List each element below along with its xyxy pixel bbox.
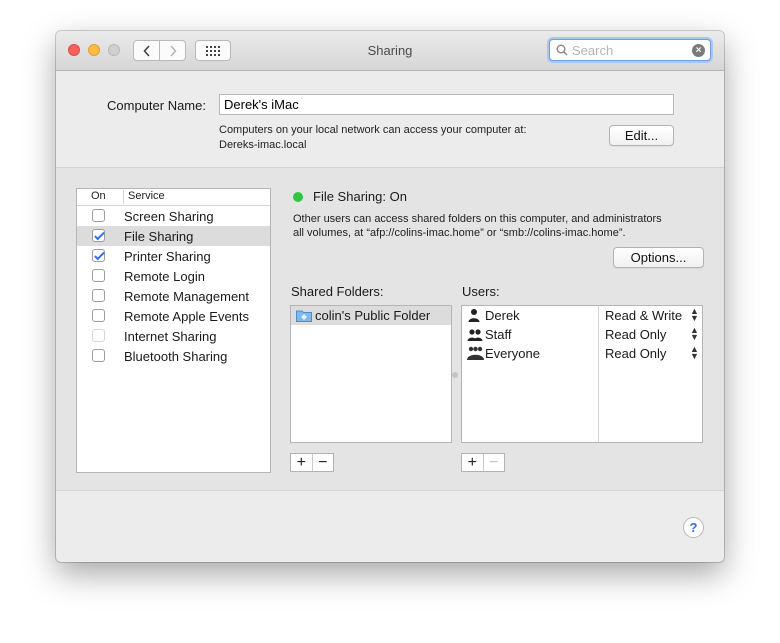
- shared-folder-name: colin's Public Folder: [315, 308, 431, 323]
- remove-user-button[interactable]: −: [482, 454, 505, 471]
- status-description: Other users can access shared folders on…: [293, 212, 713, 240]
- permission-popup[interactable]: Read Only: [605, 327, 666, 342]
- permission-popup[interactable]: Read Only: [605, 346, 666, 361]
- service-label: Internet Sharing: [124, 329, 217, 344]
- computer-name-label: Computer Name:: [107, 98, 206, 113]
- service-checkbox[interactable]: [92, 209, 105, 222]
- status-desc-line2: all volumes, at “afp://colins-imac.home”…: [293, 227, 626, 239]
- user-name: Derek: [485, 308, 520, 323]
- single-user-icon: [468, 309, 480, 322]
- edit-button[interactable]: Edit...: [609, 125, 674, 146]
- updown-arrows-icon[interactable]: ▲ ▼: [690, 307, 699, 323]
- user-row-derek[interactable]: Derek Read & Write ▲ ▼: [462, 306, 702, 325]
- header-service: Service: [123, 190, 165, 204]
- status-indicator: [293, 192, 303, 202]
- add-folder-button[interactable]: +: [291, 454, 312, 471]
- users-label: Users:: [462, 284, 500, 299]
- header-on: On: [91, 190, 106, 202]
- computer-address-description: Computers on your local network can acce…: [219, 123, 527, 153]
- service-row-printer-sharing[interactable]: Printer Sharing: [77, 246, 270, 266]
- local-hostname: Dereks-imac.local: [219, 139, 307, 151]
- service-label: Remote Apple Events: [124, 309, 250, 324]
- user-row-everyone[interactable]: Everyone Read Only ▲ ▼: [462, 344, 702, 363]
- service-row-bluetooth-sharing[interactable]: Bluetooth Sharing: [77, 346, 270, 366]
- split-resize-handle[interactable]: [452, 372, 458, 378]
- service-checkbox[interactable]: [92, 269, 105, 282]
- service-checkbox[interactable]: [92, 249, 105, 262]
- service-checkbox[interactable]: [92, 229, 105, 242]
- search-field[interactable]: ×: [549, 39, 711, 61]
- service-checkbox[interactable]: [92, 289, 105, 302]
- sharing-window: Sharing × Computer Name: Computers on yo…: [56, 31, 724, 562]
- computer-name-section: Computer Name: Computers on your local n…: [56, 71, 724, 168]
- group-icon: [467, 329, 483, 341]
- service-checkbox[interactable]: [92, 349, 105, 362]
- service-list-header: On Service: [77, 189, 270, 206]
- search-icon: [556, 44, 568, 56]
- status-desc-line1: Other users can access shared folders on…: [293, 213, 662, 225]
- remove-folder-button[interactable]: −: [311, 454, 334, 471]
- folder-add-remove-buttons: + −: [290, 453, 334, 472]
- users-list: Derek Read & Write ▲ ▼ Staff Read Only ▲ ▼…: [461, 305, 703, 443]
- service-label: Bluetooth Sharing: [124, 349, 228, 364]
- service-label: Printer Sharing: [124, 249, 211, 264]
- folder-icon: [296, 310, 312, 322]
- user-name: Staff: [485, 327, 512, 342]
- user-add-remove-buttons: + −: [461, 453, 505, 472]
- user-row-staff[interactable]: Staff Read Only ▲ ▼: [462, 325, 702, 344]
- shared-folders-label: Shared Folders:: [291, 284, 384, 299]
- service-list: On Service Screen Sharing File Sharing P…: [76, 188, 271, 473]
- service-label: Screen Sharing: [124, 209, 214, 224]
- clear-search-icon[interactable]: ×: [692, 44, 705, 57]
- service-row-file-sharing[interactable]: File Sharing: [77, 226, 270, 246]
- computer-name-input[interactable]: [219, 94, 674, 115]
- permission-popup[interactable]: Read & Write: [605, 308, 682, 323]
- service-label: File Sharing: [124, 229, 194, 244]
- service-checkbox[interactable]: [92, 309, 105, 322]
- title-bar: Sharing ×: [56, 31, 724, 71]
- service-row-internet-sharing[interactable]: Internet Sharing: [77, 326, 270, 346]
- updown-arrows-icon[interactable]: ▲ ▼: [690, 345, 699, 361]
- address-desc-line1: Computers on your local network can acce…: [219, 124, 527, 136]
- everyone-icon: [467, 346, 484, 360]
- status-title: File Sharing: On: [313, 189, 407, 204]
- search-input[interactable]: [572, 42, 690, 58]
- options-button[interactable]: Options...: [613, 247, 704, 268]
- user-name: Everyone: [485, 346, 540, 361]
- service-row-screen-sharing[interactable]: Screen Sharing: [77, 206, 270, 226]
- add-user-button[interactable]: +: [462, 454, 483, 471]
- service-label: Remote Management: [124, 289, 250, 304]
- shared-folders-list: colin's Public Folder: [290, 305, 452, 443]
- service-row-remote-apple-events[interactable]: Remote Apple Events: [77, 306, 270, 326]
- service-label: Remote Login: [124, 269, 205, 284]
- help-button[interactable]: ?: [683, 517, 704, 538]
- service-row-remote-management[interactable]: Remote Management: [77, 286, 270, 306]
- updown-arrows-icon[interactable]: ▲ ▼: [690, 326, 699, 342]
- shared-folder-item[interactable]: colin's Public Folder: [291, 306, 451, 325]
- service-checkbox: [92, 329, 105, 342]
- service-row-remote-login[interactable]: Remote Login: [77, 266, 270, 286]
